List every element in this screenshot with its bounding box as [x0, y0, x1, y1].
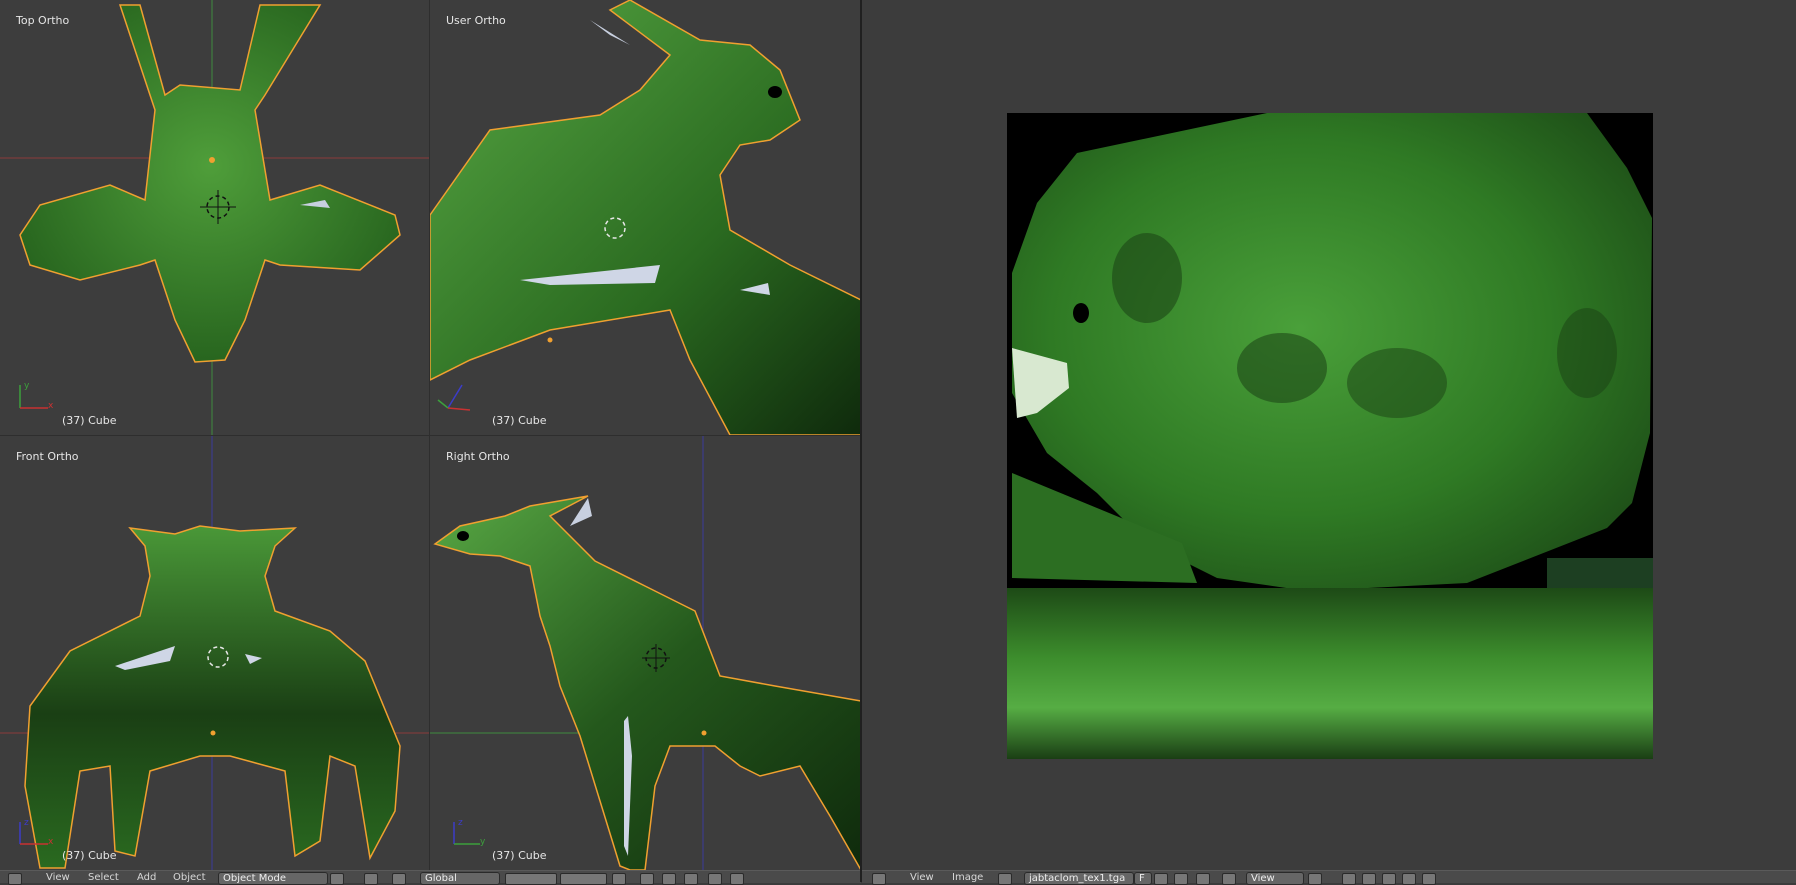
menu-view[interactable]: View: [910, 872, 934, 884]
editor-type-icon[interactable]: [8, 873, 22, 885]
texture-art: [1007, 113, 1653, 759]
right-ortho-scene: z y: [430, 436, 861, 870]
viewport-top-ortho[interactable]: y x Top Ortho (37) Cube: [0, 0, 429, 435]
viewport-object-info: (37) Cube: [492, 849, 547, 862]
image-editor-header: View Image jabtaclom_tex1.tga F View: [862, 870, 1796, 885]
mode-dropdown[interactable]: Object Mode: [218, 872, 328, 885]
user-ortho-scene: [430, 0, 861, 435]
viewport-object-info: (37) Cube: [492, 414, 547, 427]
proportional-edit-icon[interactable]: [640, 873, 654, 885]
new-image-icon[interactable]: [1154, 873, 1168, 885]
image-browse-icon[interactable]: [998, 873, 1012, 885]
menu-add[interactable]: Add: [137, 872, 156, 884]
snap-icon[interactable]: [662, 873, 676, 885]
viewport-right-ortho[interactable]: z y Right Ortho (37) Cube: [430, 436, 861, 870]
viewport-user-ortho[interactable]: User Ortho (37) Cube: [430, 0, 861, 435]
viewport-label: Top Ortho: [16, 14, 70, 27]
layers-2-icon[interactable]: [560, 873, 607, 885]
image-name-field[interactable]: jabtaclom_tex1.tga: [1024, 872, 1134, 885]
unlink-image-icon[interactable]: [1196, 873, 1210, 885]
render-icon[interactable]: [708, 873, 722, 885]
viewport-object-info: (37) Cube: [62, 849, 117, 862]
pivot-point-icon[interactable]: [364, 873, 378, 885]
image-users-button[interactable]: F: [1134, 872, 1152, 885]
lock-icon[interactable]: [612, 873, 626, 885]
pin-icon[interactable]: [1222, 873, 1236, 885]
uv-texture-image[interactable]: [1007, 113, 1653, 759]
menu-view[interactable]: View: [46, 872, 70, 884]
editor-type-icon[interactable]: [872, 873, 886, 885]
channel-blue-icon[interactable]: [1422, 873, 1436, 885]
render-anim-icon[interactable]: [730, 873, 744, 885]
viewport-label: User Ortho: [446, 14, 506, 27]
svg-text:x: x: [48, 837, 54, 847]
layers-icon[interactable]: [505, 873, 557, 885]
viewport-label: Right Ortho: [446, 450, 510, 463]
menu-select[interactable]: Select: [88, 872, 119, 884]
channel-red-icon[interactable]: [1382, 873, 1396, 885]
pivot-icon[interactable]: [1308, 873, 1322, 885]
svg-text:y: y: [24, 381, 30, 391]
3d-view-editor: y x Top Ortho (37) Cube User Ortho (37): [0, 0, 861, 885]
view-mode-dropdown[interactable]: View: [1246, 872, 1304, 885]
svg-text:x: x: [48, 401, 54, 411]
svg-text:z: z: [458, 818, 463, 828]
front-ortho-scene: z x: [0, 436, 429, 870]
menu-object[interactable]: Object: [173, 872, 206, 884]
svg-text:z: z: [24, 818, 29, 828]
viewport-object-info: (37) Cube: [62, 414, 117, 427]
viewport-shading-icon[interactable]: [330, 873, 344, 885]
channel-display-icon[interactable]: [1342, 873, 1356, 885]
3d-view-header: View Select Add Object Object Mode Globa…: [0, 870, 861, 885]
open-image-icon[interactable]: [1174, 873, 1188, 885]
viewport-label: Front Ortho: [16, 450, 79, 463]
menu-image[interactable]: Image: [952, 872, 983, 884]
top-ortho-scene: y x: [0, 0, 429, 435]
snap-target-icon[interactable]: [684, 873, 698, 885]
channel-green-icon[interactable]: [1402, 873, 1416, 885]
orientation-dropdown[interactable]: Global: [420, 872, 500, 885]
channel-alpha-icon[interactable]: [1362, 873, 1376, 885]
manipulator-icon[interactable]: [392, 873, 406, 885]
viewport-front-ortho[interactable]: z x Front Ortho (37) Cube: [0, 436, 429, 870]
svg-text:y: y: [480, 837, 486, 847]
